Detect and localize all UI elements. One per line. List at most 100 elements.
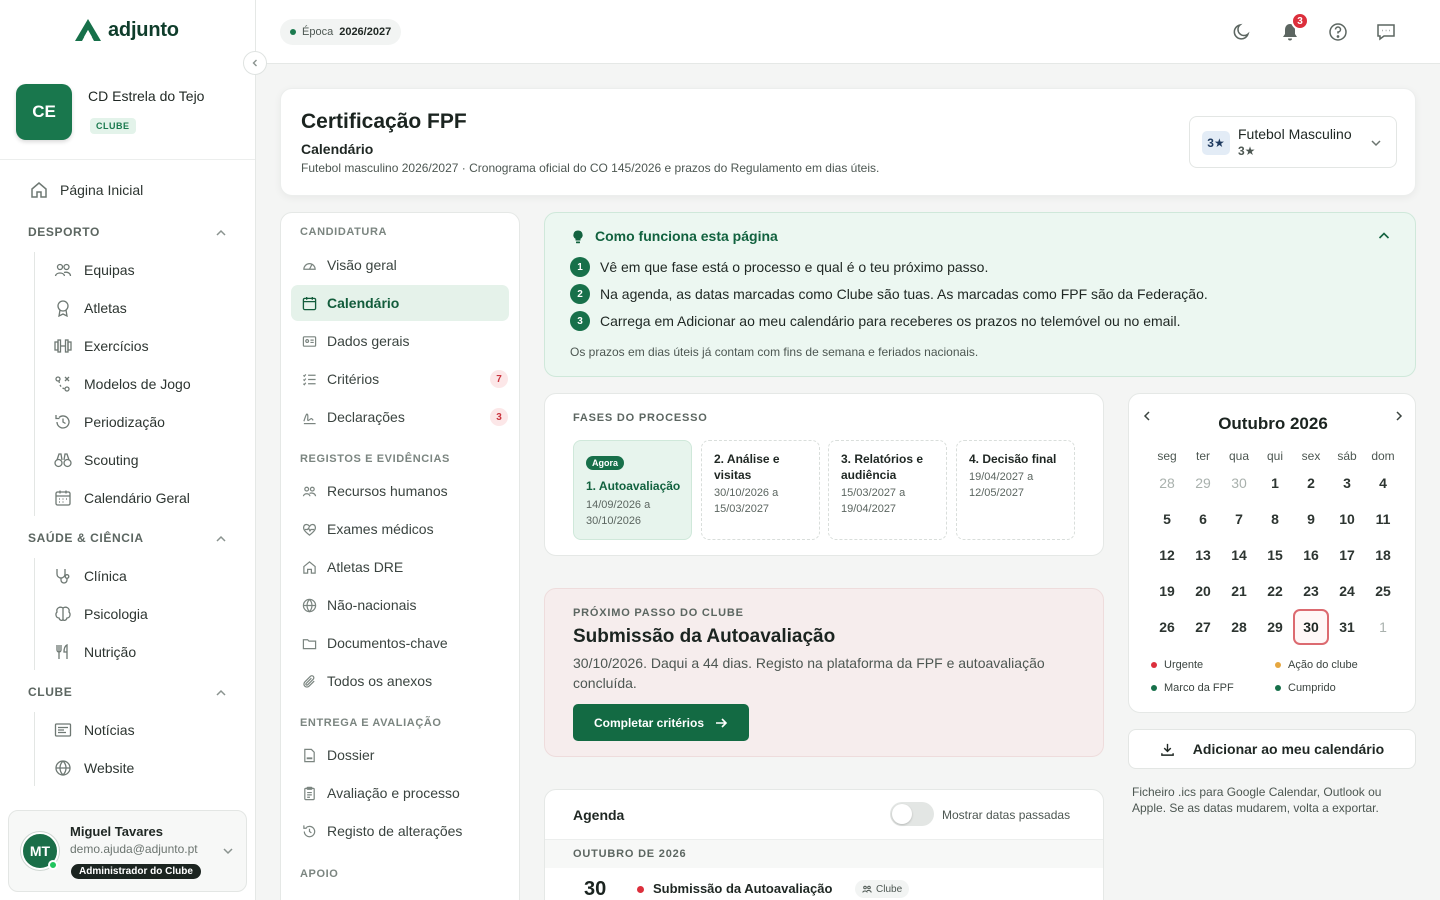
sidebar-section-desporto[interactable]: DESPORTO (28, 225, 100, 239)
subnav-item-atletas-dre[interactable]: Atletas DRE (291, 549, 509, 585)
calendar-day[interactable]: 13 (1185, 537, 1221, 573)
chevron-right-icon[interactable] (1393, 410, 1405, 422)
calendar-day[interactable]: 6 (1185, 501, 1221, 537)
calendar-day[interactable]: 29 (1257, 609, 1293, 645)
sidebar-section-saude[interactable]: SAÚDE & CIÊNCIA (28, 531, 144, 545)
chat-icon[interactable] (1376, 22, 1396, 42)
calendar-day[interactable]: 7 (1221, 501, 1257, 537)
calendar-day[interactable]: 3 (1329, 465, 1365, 501)
sidebar-item-home[interactable]: Página Inicial (30, 181, 143, 199)
subnav-item-calendario[interactable]: Calendário (291, 285, 509, 321)
calendar-day[interactable]: 1 (1365, 609, 1401, 645)
calendar-day[interactable]: 8 (1257, 501, 1293, 537)
calendar-day[interactable]: 31 (1329, 609, 1365, 645)
chevron-up-icon[interactable] (215, 533, 227, 545)
chevron-down-icon (1371, 140, 1381, 147)
subnav-item-criterios[interactable]: Critérios 7 (291, 361, 509, 397)
calendar-day[interactable]: 10 (1329, 501, 1365, 537)
sidebar-item-modelos-de-jogo[interactable]: Modelos de Jogo (54, 375, 191, 393)
phase-dates: 19/04/2027 a 12/05/2027 (969, 471, 1034, 499)
sidebar-item-clinica[interactable]: Clínica (54, 567, 127, 585)
calendar-day[interactable]: 23 (1293, 573, 1329, 609)
club-card[interactable]: CE CD Estrela do Tejo CLUBE (0, 64, 255, 160)
calendar-day[interactable]: 24 (1329, 573, 1365, 609)
sidebar-item-calendario-geral[interactable]: Calendário Geral (54, 489, 190, 507)
calendar-day[interactable]: 9 (1293, 501, 1329, 537)
calendar-day[interactable]: 1 (1257, 465, 1293, 501)
calendar-day[interactable]: 19 (1149, 573, 1185, 609)
calendar-day[interactable]: 21 (1221, 573, 1257, 609)
collapse-sidebar-button[interactable] (243, 51, 267, 75)
sidebar-item-website[interactable]: Website (54, 759, 134, 777)
sidebar: adjunto CE CD Estrela do Tejo CLUBE Pági… (0, 0, 256, 900)
calendar-day[interactable]: 5 (1149, 501, 1185, 537)
phase-card-current[interactable]: Agora 1. Autoavaliação 14/09/2026 a 30/1… (573, 440, 692, 540)
subnav-item-label: Critérios (327, 371, 380, 387)
agenda-card: Agenda Mostrar datas passadas OUTUBRO DE… (544, 789, 1104, 900)
calendar-day[interactable]: 22 (1257, 573, 1293, 609)
calendar-day[interactable]: 30 (1293, 609, 1329, 645)
subnav-item-documentos-chave[interactable]: Documentos-chave (291, 625, 509, 661)
toggle-knob (892, 804, 912, 824)
calendar-day[interactable]: 12 (1149, 537, 1185, 573)
calendar-day[interactable]: 29 (1185, 465, 1221, 501)
chevron-up-icon[interactable] (215, 227, 227, 239)
sidebar-item-periodizacao[interactable]: Periodização (54, 413, 165, 431)
declarations-count-badge: 3 (490, 408, 508, 426)
calendar-day[interactable]: 25 (1365, 573, 1401, 609)
subnav-item-exames-medicos[interactable]: Exames médicos (291, 511, 509, 547)
app-logo[interactable]: adjunto (74, 18, 179, 42)
calendar-day[interactable]: 20 (1185, 573, 1221, 609)
calendar-day[interactable]: 28 (1221, 609, 1257, 645)
subnav-item-registo-de-alteracoes[interactable]: Registo de alterações (291, 813, 509, 849)
calendar-day[interactable]: 4 (1365, 465, 1401, 501)
help-icon[interactable] (1328, 22, 1348, 42)
subnav-item-visao-geral[interactable]: Visão geral (291, 247, 509, 283)
subnav-item-todos-os-anexos[interactable]: Todos os anexos (291, 663, 509, 699)
team-selector[interactable]: 3★ Futebol Masculino 3★ (1189, 116, 1397, 168)
sidebar-item-noticias[interactable]: Notícias (54, 721, 135, 739)
user-menu[interactable]: MT Miguel Tavares demo.ajuda@adjunto.pt … (8, 810, 247, 892)
sidebar-item-scouting[interactable]: Scouting (54, 451, 138, 469)
sidebar-item-exercicios[interactable]: Exercícios (54, 337, 149, 355)
sidebar-section-clube[interactable]: CLUBE (28, 685, 72, 699)
calendar-day[interactable]: 17 (1329, 537, 1365, 573)
add-to-calendar-button[interactable]: Adicionar ao meu calendário (1128, 729, 1416, 769)
subnav-item-dados-gerais[interactable]: Dados gerais (291, 323, 509, 359)
calendar-day[interactable]: 14 (1221, 537, 1257, 573)
chevron-up-icon[interactable] (215, 687, 227, 699)
phase-card[interactable]: 4. Decisão final 19/04/2027 a 12/05/2027 (956, 440, 1075, 540)
phase-card[interactable]: 2. Análise e visitas 30/10/2026 a 15/03/… (701, 440, 820, 540)
subnav-item-avaliacao-e-processo[interactable]: Avaliação e processo (291, 775, 509, 811)
calendar-day[interactable]: 27 (1185, 609, 1221, 645)
page-header: Certificação FPF Calendário Futebol masc… (280, 88, 1416, 196)
season-value: 2026/2027 (339, 26, 392, 38)
chevron-up-icon[interactable] (1377, 229, 1391, 243)
calendar-day[interactable]: 15 (1257, 537, 1293, 573)
subnav-item-nao-nacionais[interactable]: Não-nacionais (291, 587, 509, 623)
phase-title: 4. Decisão final (969, 452, 1057, 466)
calendar-day[interactable]: 30 (1221, 465, 1257, 501)
complete-criteria-button[interactable]: Completar critérios (573, 704, 749, 741)
subnav-item-declaracoes[interactable]: Declarações 3 (291, 399, 509, 435)
season-selector[interactable]: Época 2026/2027 (280, 19, 402, 45)
calendar-day[interactable]: 16 (1293, 537, 1329, 573)
calendar-day[interactable]: 28 (1149, 465, 1185, 501)
calendar-day[interactable]: 26 (1149, 609, 1185, 645)
calendar-day[interactable]: 18 (1365, 537, 1401, 573)
show-past-dates-toggle[interactable] (890, 802, 934, 826)
subnav-item-recursos-humanos[interactable]: Recursos humanos (291, 473, 509, 509)
sidebar-item-atletas[interactable]: Atletas (54, 299, 127, 317)
moon-icon[interactable] (1232, 22, 1252, 42)
sidebar-item-psicologia[interactable]: Psicologia (54, 605, 148, 623)
sidebar-item-equipas[interactable]: Equipas (54, 261, 135, 279)
sidebar-item-nutricao[interactable]: Nutrição (54, 643, 136, 661)
signature-icon (303, 413, 316, 424)
agenda-event-title[interactable]: Submissão da Autoavaliação (653, 881, 832, 896)
calendar-day[interactable]: 2 (1293, 465, 1329, 501)
subnav-item-dossier[interactable]: Dossier (291, 737, 509, 773)
calendar-day[interactable]: 11 (1365, 501, 1401, 537)
phase-card[interactable]: 3. Relatórios e audiência 15/03/2027 a 1… (828, 440, 947, 540)
tactics-icon (55, 376, 70, 392)
step-number: 3 (570, 311, 590, 331)
